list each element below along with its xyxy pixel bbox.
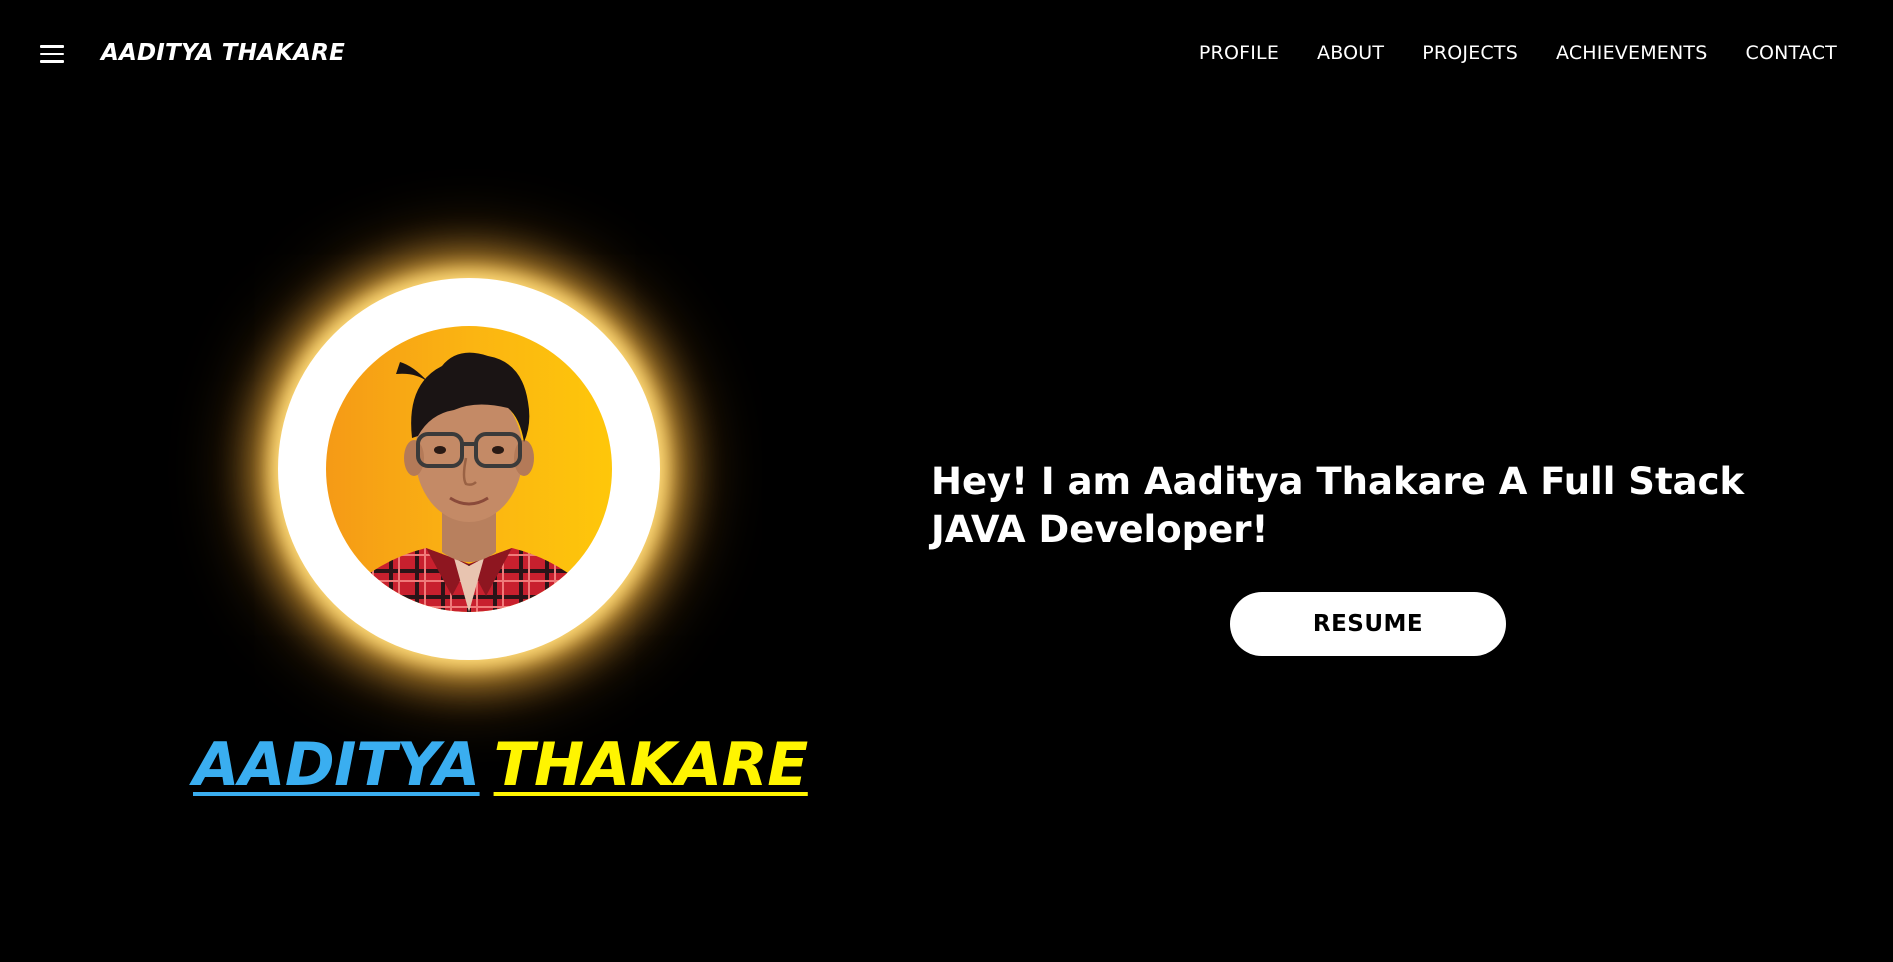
header: AADITYA THAKARE PROFILE ABOUT PROJECTS A… [0,0,1893,110]
nav-contact[interactable]: CONTACT [1745,42,1837,64]
hero-name: AADITYA THAKARE [193,730,808,800]
hamburger-menu-icon[interactable] [40,45,64,63]
profile-photo-illustration [336,352,602,612]
nav-about[interactable]: ABOUT [1317,42,1384,64]
hero-first-name: AADITYA [193,730,480,800]
brand-logo[interactable]: AADITYA THAKARE [101,40,345,66]
resume-button[interactable]: RESUME [1230,592,1506,656]
hero-last-name: THAKARE [493,730,809,800]
profile-photo [326,326,612,612]
hero-intro-text: Hey! I am Aaditya Thakare A Full Stack J… [931,460,1745,551]
main-nav: PROFILE ABOUT PROJECTS ACHIEVEMENTS CONT… [1199,42,1837,64]
nav-profile[interactable]: PROFILE [1199,42,1279,64]
nav-projects[interactable]: PROJECTS [1422,42,1518,64]
nav-achievements[interactable]: ACHIEVEMENTS [1556,42,1708,64]
